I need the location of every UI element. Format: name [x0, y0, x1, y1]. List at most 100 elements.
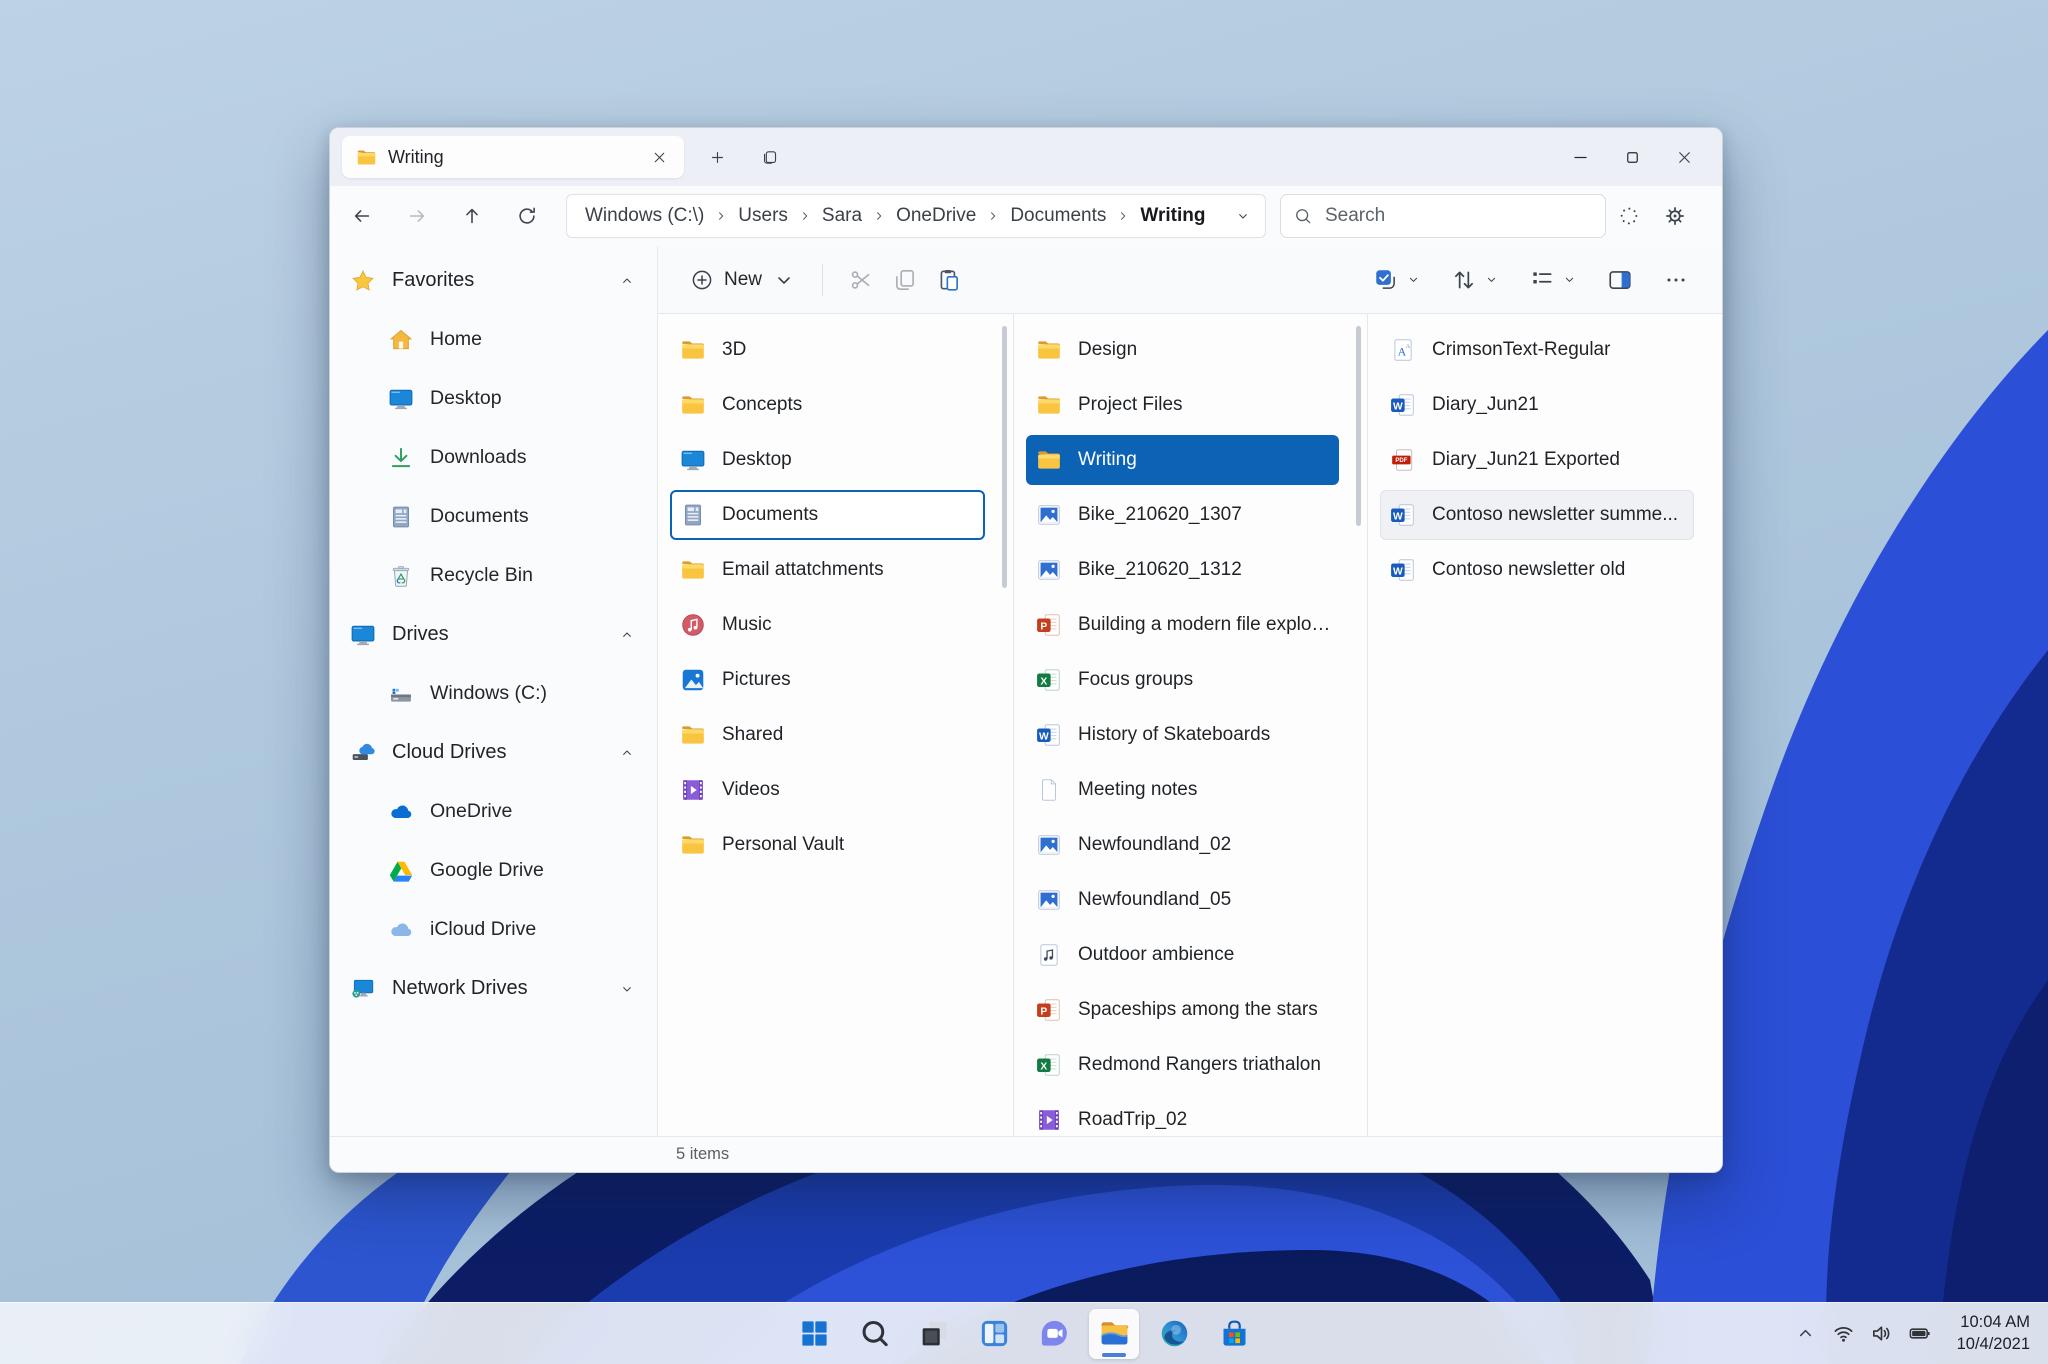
back-button[interactable]	[338, 194, 386, 238]
sidebar-section-drives[interactable]: Drives	[330, 610, 657, 659]
tray-button[interactable]	[1787, 1313, 1825, 1355]
file-list-item[interactable]: Pictures	[670, 655, 985, 705]
breadcrumb-label[interactable]: Windows (C:\)	[581, 202, 708, 230]
cut-button[interactable]	[839, 259, 883, 301]
forward-button[interactable]	[393, 194, 441, 238]
file-list-item[interactable]: 3D	[670, 325, 985, 375]
sidebar-item[interactable]: OneDrive	[330, 787, 657, 836]
sync-status-button[interactable]	[1606, 194, 1652, 238]
file-list-item[interactable]: Newfoundland_05	[1026, 875, 1339, 925]
breadcrumb-label[interactable]: Sara	[818, 202, 866, 230]
breadcrumb-segment[interactable]: Writing	[1136, 202, 1209, 230]
breadcrumb-segment[interactable]: Documents	[1006, 202, 1136, 230]
file-list-item[interactable]: Bike_210620_1307	[1026, 490, 1339, 540]
file-list-item[interactable]: Desktop	[670, 435, 985, 485]
new-tab-button[interactable]	[698, 138, 736, 176]
file-list-item[interactable]: P Spaceships among the stars	[1026, 985, 1339, 1035]
taskbar-app-button[interactable]	[1029, 1309, 1079, 1359]
chevron-down-icon[interactable]	[619, 981, 635, 997]
tray-button[interactable]	[1863, 1313, 1901, 1355]
file-list-item[interactable]: Outdoor ambience	[1026, 930, 1339, 980]
file-list-item[interactable]: X Redmond Rangers triathalon	[1026, 1040, 1339, 1090]
settings-button[interactable]	[1652, 194, 1698, 238]
tab-close-button[interactable]	[644, 142, 674, 172]
file-list-item[interactable]: W Contoso newsletter old	[1380, 545, 1694, 595]
taskbar-app-button[interactable]	[1089, 1309, 1139, 1359]
file-list-item[interactable]: X Focus groups	[1026, 655, 1339, 705]
taskbar-app-button[interactable]	[789, 1309, 839, 1359]
file-list-item[interactable]: W History of Skateboards	[1026, 710, 1339, 760]
more-options-button[interactable]	[1654, 259, 1698, 301]
breadcrumb[interactable]: Windows (C:\) Users Sara OneDrive	[566, 194, 1266, 238]
copy-button[interactable]	[883, 259, 927, 301]
file-list-item[interactable]: Personal Vault	[670, 820, 985, 870]
address-dropdown-icon[interactable]	[1235, 208, 1251, 224]
sidebar-section-cloud-drives[interactable]: Cloud Drives	[330, 728, 657, 777]
file-list-item[interactable]: Shared	[670, 710, 985, 760]
file-list-item[interactable]: Music	[670, 600, 985, 650]
file-list-item[interactable]: Videos	[670, 765, 985, 815]
refresh-button[interactable]	[503, 194, 551, 238]
tray-button[interactable]	[1825, 1313, 1863, 1355]
search-input[interactable]	[1323, 204, 1593, 228]
explorer-tab[interactable]: Writing	[342, 136, 684, 178]
taskbar-app-button[interactable]	[1149, 1309, 1199, 1359]
sidebar-item[interactable]: Desktop	[330, 374, 657, 423]
taskbar-app-button[interactable]	[969, 1309, 1019, 1359]
preview-pane-button[interactable]	[1598, 259, 1642, 301]
chevron-up-icon[interactable]	[619, 627, 635, 643]
sidebar-section-favorites[interactable]: Favorites	[330, 256, 657, 305]
sidebar-item[interactable]: Google Drive	[330, 846, 657, 895]
breadcrumb-segment[interactable]: Users	[734, 202, 818, 230]
breadcrumb-segment[interactable]: Sara	[818, 202, 892, 230]
new-button[interactable]: New	[680, 261, 806, 299]
minimize-button[interactable]	[1554, 136, 1606, 178]
sidebar-item[interactable]: Documents	[330, 492, 657, 541]
sidebar-item[interactable]: Recycle Bin	[330, 551, 657, 600]
select-button[interactable]	[1364, 259, 1430, 301]
file-list-item[interactable]: Concepts	[670, 380, 985, 430]
file-list-item[interactable]: PDF Diary_Jun21 Exported	[1380, 435, 1694, 485]
chevron-up-icon[interactable]	[619, 273, 635, 289]
sidebar-section-network-drives[interactable]: Network Drives	[330, 964, 657, 1013]
taskbar-app-button[interactable]	[849, 1309, 899, 1359]
sidebar-item[interactable]: Windows (C:)	[330, 669, 657, 718]
file-list-item[interactable]: P Building a modern file explor...	[1026, 600, 1339, 650]
taskbar-app-button[interactable]	[909, 1309, 959, 1359]
sidebar-item[interactable]: Downloads	[330, 433, 657, 482]
scrollbar-thumb[interactable]	[1356, 326, 1361, 526]
file-list-item[interactable]: AA CrimsonText-Regular	[1380, 325, 1694, 375]
taskbar-clock[interactable]: 10:04 AM 10/4/2021	[1951, 1310, 2036, 1357]
close-window-button[interactable]	[1658, 136, 1710, 178]
sidebar-item[interactable]: Home	[330, 315, 657, 364]
breadcrumb-segment[interactable]: Windows (C:\)	[581, 202, 734, 230]
search-box[interactable]	[1280, 194, 1606, 238]
file-list-item[interactable]: Email attatchments	[670, 545, 985, 595]
breadcrumb-label[interactable]: Users	[734, 202, 792, 230]
file-list-item[interactable]: RoadTrip_02	[1026, 1095, 1339, 1136]
breadcrumb-label[interactable]: Writing	[1136, 202, 1209, 230]
sort-button[interactable]	[1442, 259, 1508, 301]
file-list-item[interactable]: Design	[1026, 325, 1339, 375]
maximize-button[interactable]	[1606, 136, 1658, 178]
tray-button[interactable]	[1901, 1313, 1939, 1355]
breadcrumb-label[interactable]: Documents	[1006, 202, 1110, 230]
scrollbar-thumb[interactable]	[1002, 326, 1007, 588]
breadcrumb-label[interactable]: OneDrive	[892, 202, 980, 230]
file-list-item[interactable]: W Diary_Jun21	[1380, 380, 1694, 430]
sidebar-item[interactable]: iCloud Drive	[330, 905, 657, 954]
up-button[interactable]	[448, 194, 496, 238]
file-list-item[interactable]: W Contoso newsletter summe...	[1380, 490, 1694, 540]
file-list-item[interactable]: Meeting notes	[1026, 765, 1339, 815]
tab-list-button[interactable]	[750, 138, 788, 176]
file-list-item[interactable]: Writing	[1026, 435, 1339, 485]
file-list-item[interactable]: Bike_210620_1312	[1026, 545, 1339, 595]
paste-button[interactable]	[927, 259, 971, 301]
file-list-item[interactable]: Newfoundland_02	[1026, 820, 1339, 870]
breadcrumb-segment[interactable]: OneDrive	[892, 202, 1006, 230]
file-list-item[interactable]: Project Files	[1026, 380, 1339, 430]
view-button[interactable]	[1520, 259, 1586, 301]
chevron-up-icon[interactable]	[619, 745, 635, 761]
file-list-item[interactable]: Documents	[670, 490, 985, 540]
taskbar-app-button[interactable]	[1209, 1309, 1259, 1359]
